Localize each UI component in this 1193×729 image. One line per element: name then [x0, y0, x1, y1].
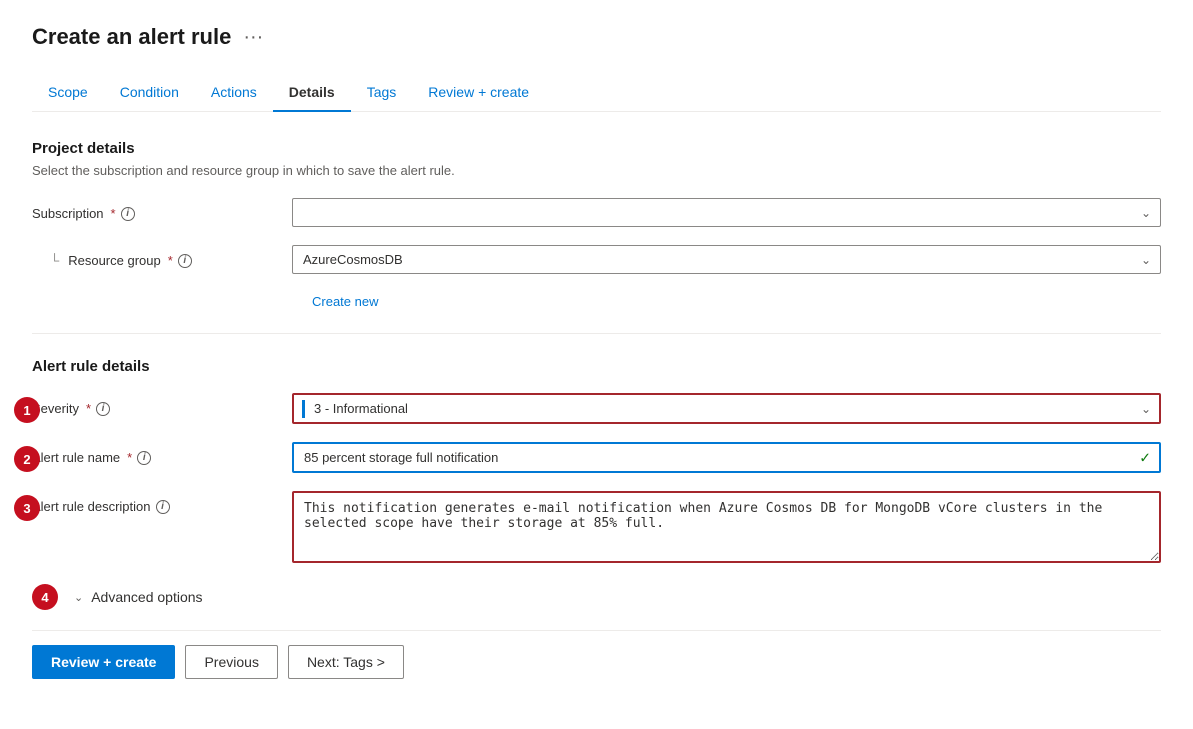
alert-rule-name-checkmark: ✓ — [1139, 449, 1151, 466]
advanced-options-toggle[interactable]: 4 ⌄ Advanced options — [32, 584, 1161, 610]
alert-rule-desc-info-icon[interactable]: i — [156, 500, 170, 514]
create-new-resource-group-link[interactable]: Create new — [312, 294, 378, 309]
alert-rule-desc-field-group: 3 Alert rule description i This notifica… — [32, 491, 1161, 566]
alert-rule-name-label: Alert rule name — [32, 450, 120, 465]
page-options-dots[interactable]: ··· — [243, 26, 263, 49]
previous-button[interactable]: Previous — [185, 645, 277, 679]
subscription-control: ⌄ — [292, 198, 1161, 227]
tab-scope[interactable]: Scope — [32, 74, 104, 112]
tab-tags[interactable]: Tags — [351, 74, 413, 112]
severity-select[interactable]: 3 - Informational 0 - Critical 1 - Error… — [292, 393, 1161, 424]
alert-rule-name-input[interactable] — [292, 442, 1161, 473]
advanced-options-chevron-icon: ⌄ — [74, 591, 83, 604]
step-badge-1: 1 — [14, 397, 40, 423]
step-badge-4: 4 — [32, 584, 58, 610]
resource-group-required: * — [168, 253, 173, 268]
advanced-options-label: Advanced options — [91, 589, 202, 605]
step-badge-2: 2 — [14, 446, 40, 472]
resource-group-label: Resource group — [68, 253, 161, 268]
resource-group-field-group: └ Resource group * i AzureCosmosDB ⌄ — [32, 245, 1161, 274]
tab-details[interactable]: Details — [273, 74, 351, 112]
page-title: Create an alert rule — [32, 24, 231, 50]
alert-rule-name-required: * — [127, 450, 132, 465]
tabs-navigation: Scope Condition Actions Details Tags Rev… — [32, 74, 1161, 112]
project-details-heading: Project details — [32, 140, 1161, 157]
subscription-field-group: Subscription * i ⌄ — [32, 198, 1161, 227]
alert-rule-desc-textarea[interactable]: This notification generates e-mail notif… — [292, 491, 1161, 563]
next-tags-button[interactable]: Next: Tags > — [288, 645, 404, 679]
severity-bar-indicator — [302, 400, 305, 418]
bottom-action-bar: Review + create Previous Next: Tags > — [32, 630, 1161, 679]
subscription-select[interactable] — [292, 198, 1161, 227]
resource-group-select[interactable]: AzureCosmosDB — [292, 245, 1161, 274]
resource-group-info-icon[interactable]: i — [178, 254, 192, 268]
alert-rule-name-field-group: 2 Alert rule name * i ✓ — [32, 442, 1161, 473]
severity-required: * — [86, 401, 91, 416]
alert-rule-details-heading: Alert rule details — [32, 358, 1161, 375]
severity-info-icon[interactable]: i — [96, 402, 110, 416]
review-create-button[interactable]: Review + create — [32, 645, 175, 679]
alert-rule-desc-control: This notification generates e-mail notif… — [292, 491, 1161, 566]
tab-actions[interactable]: Actions — [195, 74, 273, 112]
alert-rule-name-control: ✓ — [292, 442, 1161, 473]
section-divider-1 — [32, 333, 1161, 334]
project-details-desc: Select the subscription and resource gro… — [32, 163, 1161, 178]
alert-rule-name-info-icon[interactable]: i — [137, 451, 151, 465]
step-badge-3: 3 — [14, 495, 40, 521]
severity-field-group: 1 Severity * i 3 - Informational 0 - Cri… — [32, 393, 1161, 424]
tab-review-create[interactable]: Review + create — [412, 74, 545, 112]
resource-group-control: AzureCosmosDB ⌄ — [292, 245, 1161, 274]
subscription-info-icon[interactable]: i — [121, 207, 135, 221]
alert-rule-desc-label: Alert rule description — [32, 499, 151, 514]
severity-control: 3 - Informational 0 - Critical 1 - Error… — [292, 393, 1161, 424]
subscription-label: Subscription — [32, 206, 104, 221]
subscription-required: * — [111, 206, 116, 221]
tab-condition[interactable]: Condition — [104, 74, 195, 112]
